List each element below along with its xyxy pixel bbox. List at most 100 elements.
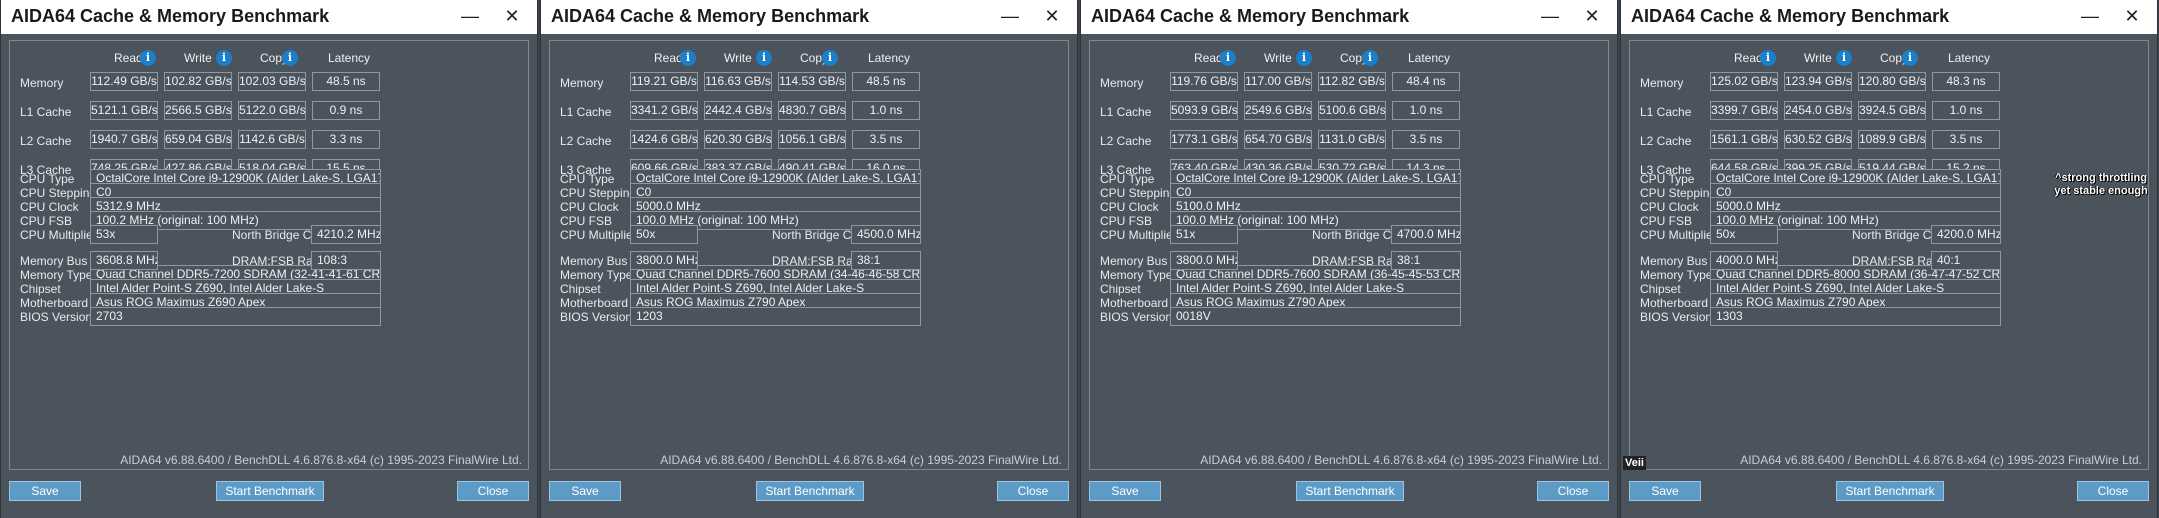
version-footer: AIDA64 v6.88.6400 / BenchDLL 4.6.876.8-x… bbox=[1200, 453, 1602, 467]
window-title: AIDA64 Cache & Memory Benchmark bbox=[1631, 6, 1950, 26]
close-button[interactable]: Close bbox=[1537, 481, 1609, 501]
dram_fsb-value: 38:1 bbox=[1391, 251, 1461, 270]
label-chipset: Chipset bbox=[1100, 282, 1141, 296]
close-button[interactable]: Close bbox=[2077, 481, 2149, 501]
column-header-write: Write bbox=[184, 51, 212, 65]
label-cpu_stepping: CPU Stepping bbox=[1100, 186, 1177, 200]
column-header-write: Write bbox=[1804, 51, 1832, 65]
memory-write-value: 102.82 GB/s bbox=[164, 72, 232, 91]
minimize-button[interactable]: — bbox=[455, 2, 485, 30]
column-header-read: Read bbox=[114, 51, 143, 65]
save-button[interactable]: Save bbox=[549, 481, 621, 501]
info-icon[interactable]: i bbox=[680, 50, 696, 66]
cpu_multiplier-value: 50x bbox=[1710, 225, 1778, 244]
title-bar: AIDA64 Cache & Memory Benchmark — ✕ bbox=[1, 0, 537, 34]
l2-latency-value: 3.3 ns bbox=[312, 130, 380, 149]
benchmark-window: AIDA64 Cache & Memory Benchmark — ✕ Read i Wr… bbox=[540, 0, 1078, 518]
info-icon[interactable]: i bbox=[1836, 50, 1852, 66]
close-window-icon[interactable]: ✕ bbox=[497, 2, 527, 30]
results-panel: Read i Write i Copy i Latency Memory 119.76 GB/s… bbox=[1089, 40, 1609, 470]
info-icon[interactable]: i bbox=[1362, 50, 1378, 66]
label-bios: BIOS Version bbox=[20, 310, 93, 324]
start-benchmark-button[interactable]: Start Benchmark bbox=[1296, 481, 1404, 501]
info-icon[interactable]: i bbox=[216, 50, 232, 66]
north_bridge-value: 4200.0 MHz bbox=[1931, 225, 2001, 244]
l1-read-value: 3341.2 GB/s bbox=[630, 101, 698, 120]
info-icon[interactable]: i bbox=[1296, 50, 1312, 66]
cpu_multiplier-value: 50x bbox=[630, 225, 698, 244]
minimize-button[interactable]: — bbox=[995, 2, 1025, 30]
results-panel: Read i Write i Copy i Latency Memory 125.02 GB/s… bbox=[1629, 40, 2149, 470]
label-motherboard: Motherboard bbox=[1100, 296, 1169, 310]
label-cpu_clock: CPU Clock bbox=[1640, 200, 1699, 214]
version-footer: AIDA64 v6.88.6400 / BenchDLL 4.6.876.8-x… bbox=[1740, 453, 2142, 467]
row-label-l1: L1 Cache bbox=[1640, 105, 1692, 119]
save-button[interactable]: Save bbox=[9, 481, 81, 501]
label-memory_bus: Memory Bus bbox=[1100, 254, 1168, 268]
info-icon[interactable]: i bbox=[1902, 50, 1918, 66]
save-button[interactable]: Save bbox=[1089, 481, 1161, 501]
close-button[interactable]: Close bbox=[457, 481, 529, 501]
info-icon[interactable]: i bbox=[822, 50, 838, 66]
minimize-button[interactable]: — bbox=[1535, 2, 1565, 30]
label-bios: BIOS Version bbox=[560, 310, 633, 324]
title-bar: AIDA64 Cache & Memory Benchmark — ✕ bbox=[1081, 0, 1617, 34]
memory-copy-value: 112.82 GB/s bbox=[1318, 72, 1386, 91]
info-icon[interactable]: i bbox=[756, 50, 772, 66]
minimize-button[interactable]: — bbox=[2075, 2, 2105, 30]
row-label-l1: L1 Cache bbox=[20, 105, 72, 119]
l2-read-value: 1940.7 GB/s bbox=[90, 130, 158, 149]
label-cpu_stepping: CPU Stepping bbox=[20, 186, 97, 200]
label-cpu_clock: CPU Clock bbox=[1100, 200, 1159, 214]
row-label-l2: L2 Cache bbox=[1100, 134, 1152, 148]
row-label-l2: L2 Cache bbox=[560, 134, 612, 148]
memory-write-value: 123.94 GB/s bbox=[1784, 72, 1852, 91]
column-header-read: Read bbox=[1194, 51, 1223, 65]
l2-read-value: 1773.1 GB/s bbox=[1170, 130, 1238, 149]
info-icon[interactable]: i bbox=[140, 50, 156, 66]
info-icon[interactable]: i bbox=[1760, 50, 1776, 66]
row-label-memory: Memory bbox=[560, 76, 604, 90]
l1-write-value: 2454.0 GB/s bbox=[1784, 101, 1852, 120]
label-cpu_multiplier: CPU Multiplier bbox=[20, 228, 97, 242]
close-button[interactable]: Close bbox=[997, 481, 1069, 501]
save-button[interactable]: Save bbox=[1629, 481, 1701, 501]
column-header-latency: Latency bbox=[1408, 51, 1451, 65]
info-icon[interactable]: i bbox=[1220, 50, 1236, 66]
label-chipset: Chipset bbox=[1640, 282, 1681, 296]
l2-write-value: 654.70 GB/s bbox=[1244, 130, 1312, 149]
label-chipset: Chipset bbox=[20, 282, 61, 296]
label-memory_type: Memory Type bbox=[1100, 268, 1173, 282]
row-label-l2: L2 Cache bbox=[20, 134, 72, 148]
memory_bus-value: 4000.0 MHz bbox=[1710, 251, 1778, 270]
bios-value: 0018V bbox=[1170, 307, 1461, 326]
l1-write-value: 2442.4 GB/s bbox=[704, 101, 772, 120]
label-cpu_type: CPU Type bbox=[1640, 172, 1695, 186]
label-cpu_stepping: CPU Stepping bbox=[1640, 186, 1717, 200]
start-benchmark-button[interactable]: Start Benchmark bbox=[1836, 481, 1944, 501]
label-cpu_stepping: CPU Stepping bbox=[560, 186, 637, 200]
l1-read-value: 5093.9 GB/s bbox=[1170, 101, 1238, 120]
watermark: Veii bbox=[1623, 456, 1646, 470]
label-motherboard: Motherboard bbox=[1640, 296, 1709, 310]
l2-latency-value: 3.5 ns bbox=[852, 130, 920, 149]
close-window-icon[interactable]: ✕ bbox=[2117, 2, 2147, 30]
annotation-note: ^strong throttling yet stable enough bbox=[2054, 172, 2148, 197]
label-cpu_multiplier: CPU Multiplier bbox=[1640, 228, 1717, 242]
l1-read-value: 5121.1 GB/s bbox=[90, 101, 158, 120]
cpu_multiplier-value: 53x bbox=[90, 225, 158, 244]
l1-write-value: 2566.5 GB/s bbox=[164, 101, 232, 120]
label-memory_type: Memory Type bbox=[20, 268, 93, 282]
close-window-icon[interactable]: ✕ bbox=[1037, 2, 1067, 30]
label-cpu_fsb: CPU FSB bbox=[560, 214, 613, 228]
label-cpu_fsb: CPU FSB bbox=[1100, 214, 1153, 228]
start-benchmark-button[interactable]: Start Benchmark bbox=[216, 481, 324, 501]
l1-copy-value: 4830.7 GB/s bbox=[778, 101, 846, 120]
close-window-icon[interactable]: ✕ bbox=[1577, 2, 1607, 30]
info-icon[interactable]: i bbox=[282, 50, 298, 66]
l1-latency-value: 1.0 ns bbox=[1392, 101, 1460, 120]
memory-read-value: 119.76 GB/s bbox=[1170, 72, 1238, 91]
start-benchmark-button[interactable]: Start Benchmark bbox=[756, 481, 864, 501]
memory_bus-value: 3800.0 MHz bbox=[630, 251, 698, 270]
label-memory_bus: Memory Bus bbox=[20, 254, 88, 268]
